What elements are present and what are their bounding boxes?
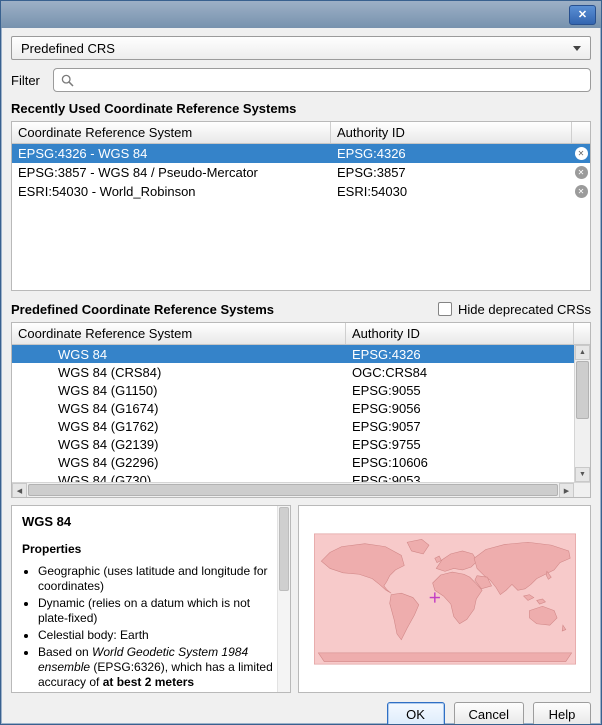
details-scrollbar[interactable] xyxy=(277,506,290,692)
scrollbar-thumb[interactable] xyxy=(279,507,289,591)
chevron-down-icon xyxy=(573,46,581,51)
scrollbar-corner xyxy=(574,482,590,497)
property-bullet: Celestial body: Earth xyxy=(38,628,273,643)
crs-row[interactable]: WGS 84 (G730)EPSG:9053 xyxy=(12,471,574,482)
recent-crs-table: Coordinate Reference System Authority ID… xyxy=(11,121,591,291)
close-button[interactable]: ✕ xyxy=(569,5,596,25)
crs-row[interactable]: WGS 84 (CRS84)OGC:CRS84 xyxy=(12,363,574,381)
crs-selector-dialog: ✕ Predefined CRS Filter Recently Used Co… xyxy=(0,0,602,725)
recent-crs-row[interactable]: ESRI:54030 - World_RobinsonESRI:54030✕ xyxy=(12,182,590,201)
scroll-left-icon[interactable]: ◀ xyxy=(12,483,27,498)
scroll-up-icon[interactable]: ▲ xyxy=(575,345,590,360)
bottom-panels: WGS 84 Properties Geographic (uses latit… xyxy=(11,505,591,693)
crs-row[interactable]: WGS 84 (G1150)EPSG:9055 xyxy=(12,381,574,399)
predefined-table-header: Coordinate Reference System Authority ID xyxy=(12,323,590,345)
scrollbar-track[interactable] xyxy=(575,420,590,467)
hide-deprecated-control[interactable]: Hide deprecated CRSs xyxy=(438,302,591,317)
help-button[interactable]: Help xyxy=(533,702,591,724)
crs-extent-map-panel xyxy=(298,505,591,693)
recent-crs-row[interactable]: EPSG:3857 - WGS 84 / Pseudo-MercatorEPSG… xyxy=(12,163,590,182)
column-header-authority[interactable]: Authority ID xyxy=(331,122,572,143)
properties-heading: Properties xyxy=(22,542,273,556)
recent-table-body: EPSG:4326 - WGS 84EPSG:4326✕EPSG:3857 - … xyxy=(12,144,590,290)
filter-row: Filter xyxy=(11,68,591,92)
recent-table-header: Coordinate Reference System Authority ID xyxy=(12,122,590,144)
crs-row[interactable]: WGS 84 (G2139)EPSG:9755 xyxy=(12,435,574,453)
ok-button[interactable]: OK xyxy=(387,702,445,724)
predefined-table-body: WGS 84EPSG:4326WGS 84 (CRS84)OGC:CRS84WG… xyxy=(12,345,574,482)
column-header-crs[interactable]: Coordinate Reference System xyxy=(12,122,331,143)
horizontal-scrollbar[interactable]: ◀ ▶ xyxy=(12,482,574,497)
recent-crs-heading: Recently Used Coordinate Reference Syste… xyxy=(11,101,591,117)
hide-deprecated-label: Hide deprecated CRSs xyxy=(458,302,591,317)
remove-from-recent-icon[interactable]: ✕ xyxy=(575,185,588,198)
scroll-right-icon[interactable]: ▶ xyxy=(559,483,574,498)
filter-search-box[interactable] xyxy=(53,68,591,92)
property-bullet: Geographic (uses latitude and longitude … xyxy=(38,564,273,594)
crs-row[interactable]: WGS 84EPSG:4326 xyxy=(12,345,574,363)
crs-row[interactable]: WGS 84 (G1674)EPSG:9056 xyxy=(12,399,574,417)
world-map-preview xyxy=(314,529,576,669)
details-bullets: Geographic (uses latitude and longitude … xyxy=(22,564,273,690)
scrollbar-thumb[interactable] xyxy=(28,484,558,496)
header-corner xyxy=(574,323,590,344)
predefined-section-row: Predefined Coordinate Reference Systems … xyxy=(11,300,591,318)
crs-row[interactable]: WGS 84 (G2296)EPSG:10606 xyxy=(12,453,574,471)
search-icon xyxy=(61,74,74,87)
title-bar[interactable]: ✕ xyxy=(1,1,601,28)
crs-details-panel: WGS 84 Properties Geographic (uses latit… xyxy=(11,505,291,693)
predefined-crs-heading: Predefined Coordinate Reference Systems xyxy=(11,302,274,317)
hide-deprecated-checkbox[interactable] xyxy=(438,302,452,316)
crs-type-value: Predefined CRS xyxy=(21,41,115,56)
recent-crs-row[interactable]: EPSG:4326 - WGS 84EPSG:4326✕ xyxy=(12,144,590,163)
scroll-down-icon[interactable]: ▼ xyxy=(575,467,590,482)
remove-from-recent-icon[interactable]: ✕ xyxy=(575,147,588,160)
filter-input[interactable] xyxy=(80,73,583,88)
crs-type-select[interactable]: Predefined CRS xyxy=(11,36,591,60)
remove-from-recent-icon[interactable]: ✕ xyxy=(575,166,588,179)
vertical-scrollbar[interactable]: ▲ ▼ xyxy=(574,345,590,482)
column-header-remove xyxy=(572,122,590,143)
close-icon: ✕ xyxy=(578,8,587,21)
crs-details-title: WGS 84 xyxy=(22,514,273,529)
property-bullet: Based on World Geodetic System 1984 ense… xyxy=(38,645,273,690)
predefined-crs-table: Coordinate Reference System Authority ID… xyxy=(11,322,591,498)
column-header-authority[interactable]: Authority ID xyxy=(346,323,574,344)
property-bullet: Dynamic (relies on a datum which is not … xyxy=(38,596,273,626)
filter-label: Filter xyxy=(11,73,53,88)
dialog-content: Predefined CRS Filter Recently Used Coor… xyxy=(1,28,601,724)
dialog-buttons: OK Cancel Help xyxy=(11,702,591,724)
scrollbar-thumb[interactable] xyxy=(576,361,589,419)
crs-row[interactable]: WGS 84 (G1762)EPSG:9057 xyxy=(12,417,574,435)
cancel-button[interactable]: Cancel xyxy=(454,702,524,724)
column-header-crs[interactable]: Coordinate Reference System xyxy=(12,323,346,344)
